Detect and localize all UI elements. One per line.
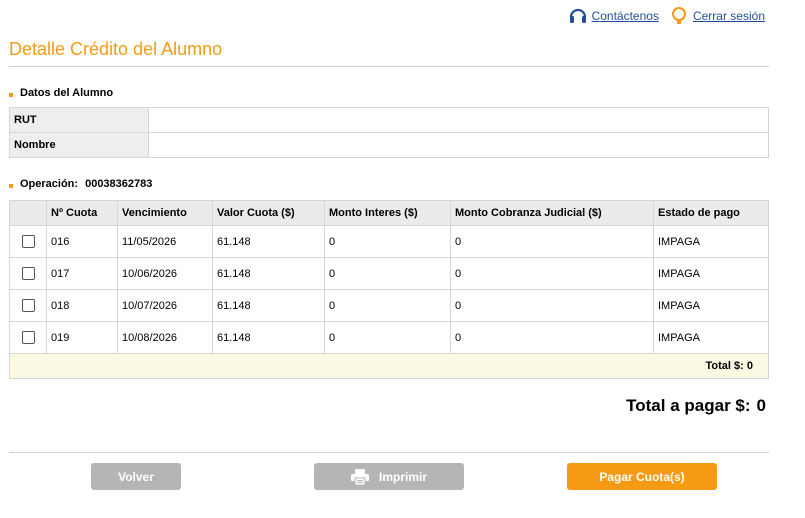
interes-cell: 0 bbox=[324, 257, 451, 290]
header-valor: Valor Cuota ($) bbox=[212, 200, 325, 226]
valor-cell: 61.148 bbox=[212, 257, 325, 290]
rut-label: RUT bbox=[9, 107, 149, 133]
contact-link-group[interactable]: Contáctenos bbox=[568, 6, 659, 26]
student-data-table: RUT Nombre bbox=[9, 107, 769, 158]
header-interes: Monto Interes ($) bbox=[324, 200, 451, 226]
bottom-divider bbox=[9, 452, 769, 453]
nombre-value bbox=[148, 132, 769, 158]
estado-cell: IMPAGA bbox=[653, 225, 769, 258]
header-cobranza: Monto Cobranza Judicial ($) bbox=[450, 200, 654, 226]
title-divider bbox=[9, 66, 769, 67]
header-estado: Estado de pago bbox=[653, 200, 769, 226]
header-vencimiento: Vencimiento bbox=[117, 200, 213, 226]
select-cell bbox=[9, 321, 47, 354]
interes-cell: 0 bbox=[324, 225, 451, 258]
nombre-label: Nombre bbox=[9, 132, 149, 158]
installment-row: 017 10/06/2026 61.148 0 0 IMPAGA bbox=[9, 257, 769, 290]
row-checkbox[interactable] bbox=[21, 267, 35, 280]
logout-link[interactable]: Cerrar sesión bbox=[693, 9, 765, 23]
bullet-icon bbox=[9, 92, 13, 97]
valor-cell: 61.148 bbox=[212, 289, 325, 322]
grand-total-value: 0 bbox=[756, 396, 766, 415]
installments-table: Nº Cuota Vencimiento Valor Cuota ($) Mon… bbox=[9, 200, 769, 379]
student-section-title: Datos del Alumno bbox=[9, 87, 113, 99]
installments-total-row: Total $: 0 bbox=[9, 353, 769, 379]
top-links: Contáctenos Cerrar sesión bbox=[560, 6, 765, 26]
cuota-cell: 019 bbox=[46, 321, 118, 354]
student-row-nombre: Nombre bbox=[9, 132, 769, 158]
cobranza-cell: 0 bbox=[450, 257, 654, 290]
installments-header-row: Nº Cuota Vencimiento Valor Cuota ($) Mon… bbox=[9, 200, 769, 226]
installment-row: 019 10/08/2026 61.148 0 0 IMPAGA bbox=[9, 321, 769, 354]
cobranza-cell: 0 bbox=[450, 321, 654, 354]
vencimiento-cell: 10/08/2026 bbox=[117, 321, 213, 354]
header-select bbox=[9, 200, 47, 226]
cobranza-cell: 0 bbox=[450, 225, 654, 258]
installments-total: Total $: 0 bbox=[9, 353, 769, 379]
cuota-cell: 016 bbox=[46, 225, 118, 258]
contact-link[interactable]: Contáctenos bbox=[592, 9, 659, 23]
print-button-label: Imprimir bbox=[378, 469, 427, 484]
headset-icon[interactable] bbox=[568, 6, 588, 26]
vencimiento-cell: 10/06/2026 bbox=[117, 257, 213, 290]
interes-cell: 0 bbox=[324, 321, 451, 354]
cuota-cell: 018 bbox=[46, 289, 118, 322]
estado-cell: IMPAGA bbox=[653, 257, 769, 290]
back-button-label: Volver bbox=[118, 469, 154, 484]
vencimiento-cell: 10/07/2026 bbox=[117, 289, 213, 322]
bullet-icon bbox=[9, 183, 13, 188]
printer-icon bbox=[350, 468, 369, 485]
operation-title: Operación: 00038362783 bbox=[9, 178, 152, 190]
select-cell bbox=[9, 225, 47, 258]
student-section-label: Datos del Alumno bbox=[20, 87, 114, 99]
page-title: Detalle Crédito del Alumno bbox=[9, 39, 223, 59]
valor-cell: 61.148 bbox=[212, 321, 325, 354]
grand-total: Total a pagar $: 0 bbox=[626, 396, 766, 416]
operation-number: 00038362783 bbox=[85, 178, 153, 190]
pay-button-label: Pagar Cuota(s) bbox=[599, 469, 685, 484]
interes-cell: 0 bbox=[324, 289, 451, 322]
select-cell bbox=[9, 257, 47, 290]
estado-cell: IMPAGA bbox=[653, 321, 769, 354]
operation-label: Operación: bbox=[20, 178, 79, 190]
installment-row: 018 10/07/2026 61.148 0 0 IMPAGA bbox=[9, 289, 769, 322]
student-row-rut: RUT bbox=[9, 107, 769, 133]
installment-row: 016 11/05/2026 61.148 0 0 IMPAGA bbox=[9, 225, 769, 258]
vencimiento-cell: 11/05/2026 bbox=[117, 225, 213, 258]
row-checkbox[interactable] bbox=[21, 299, 35, 312]
rut-value bbox=[148, 107, 769, 133]
cobranza-cell: 0 bbox=[450, 289, 654, 322]
pay-button[interactable]: Pagar Cuota(s) bbox=[567, 463, 717, 490]
print-button[interactable]: Imprimir bbox=[314, 463, 464, 490]
grand-total-label: Total a pagar $: bbox=[626, 396, 751, 415]
lightbulb-icon[interactable] bbox=[669, 6, 689, 26]
row-checkbox[interactable] bbox=[21, 331, 35, 344]
valor-cell: 61.148 bbox=[212, 225, 325, 258]
cuota-cell: 017 bbox=[46, 257, 118, 290]
logout-link-group[interactable]: Cerrar sesión bbox=[669, 6, 765, 26]
header-cuota: Nº Cuota bbox=[46, 200, 118, 226]
estado-cell: IMPAGA bbox=[653, 289, 769, 322]
row-checkbox[interactable] bbox=[21, 235, 35, 248]
back-button[interactable]: Volver bbox=[91, 463, 181, 490]
select-cell bbox=[9, 289, 47, 322]
